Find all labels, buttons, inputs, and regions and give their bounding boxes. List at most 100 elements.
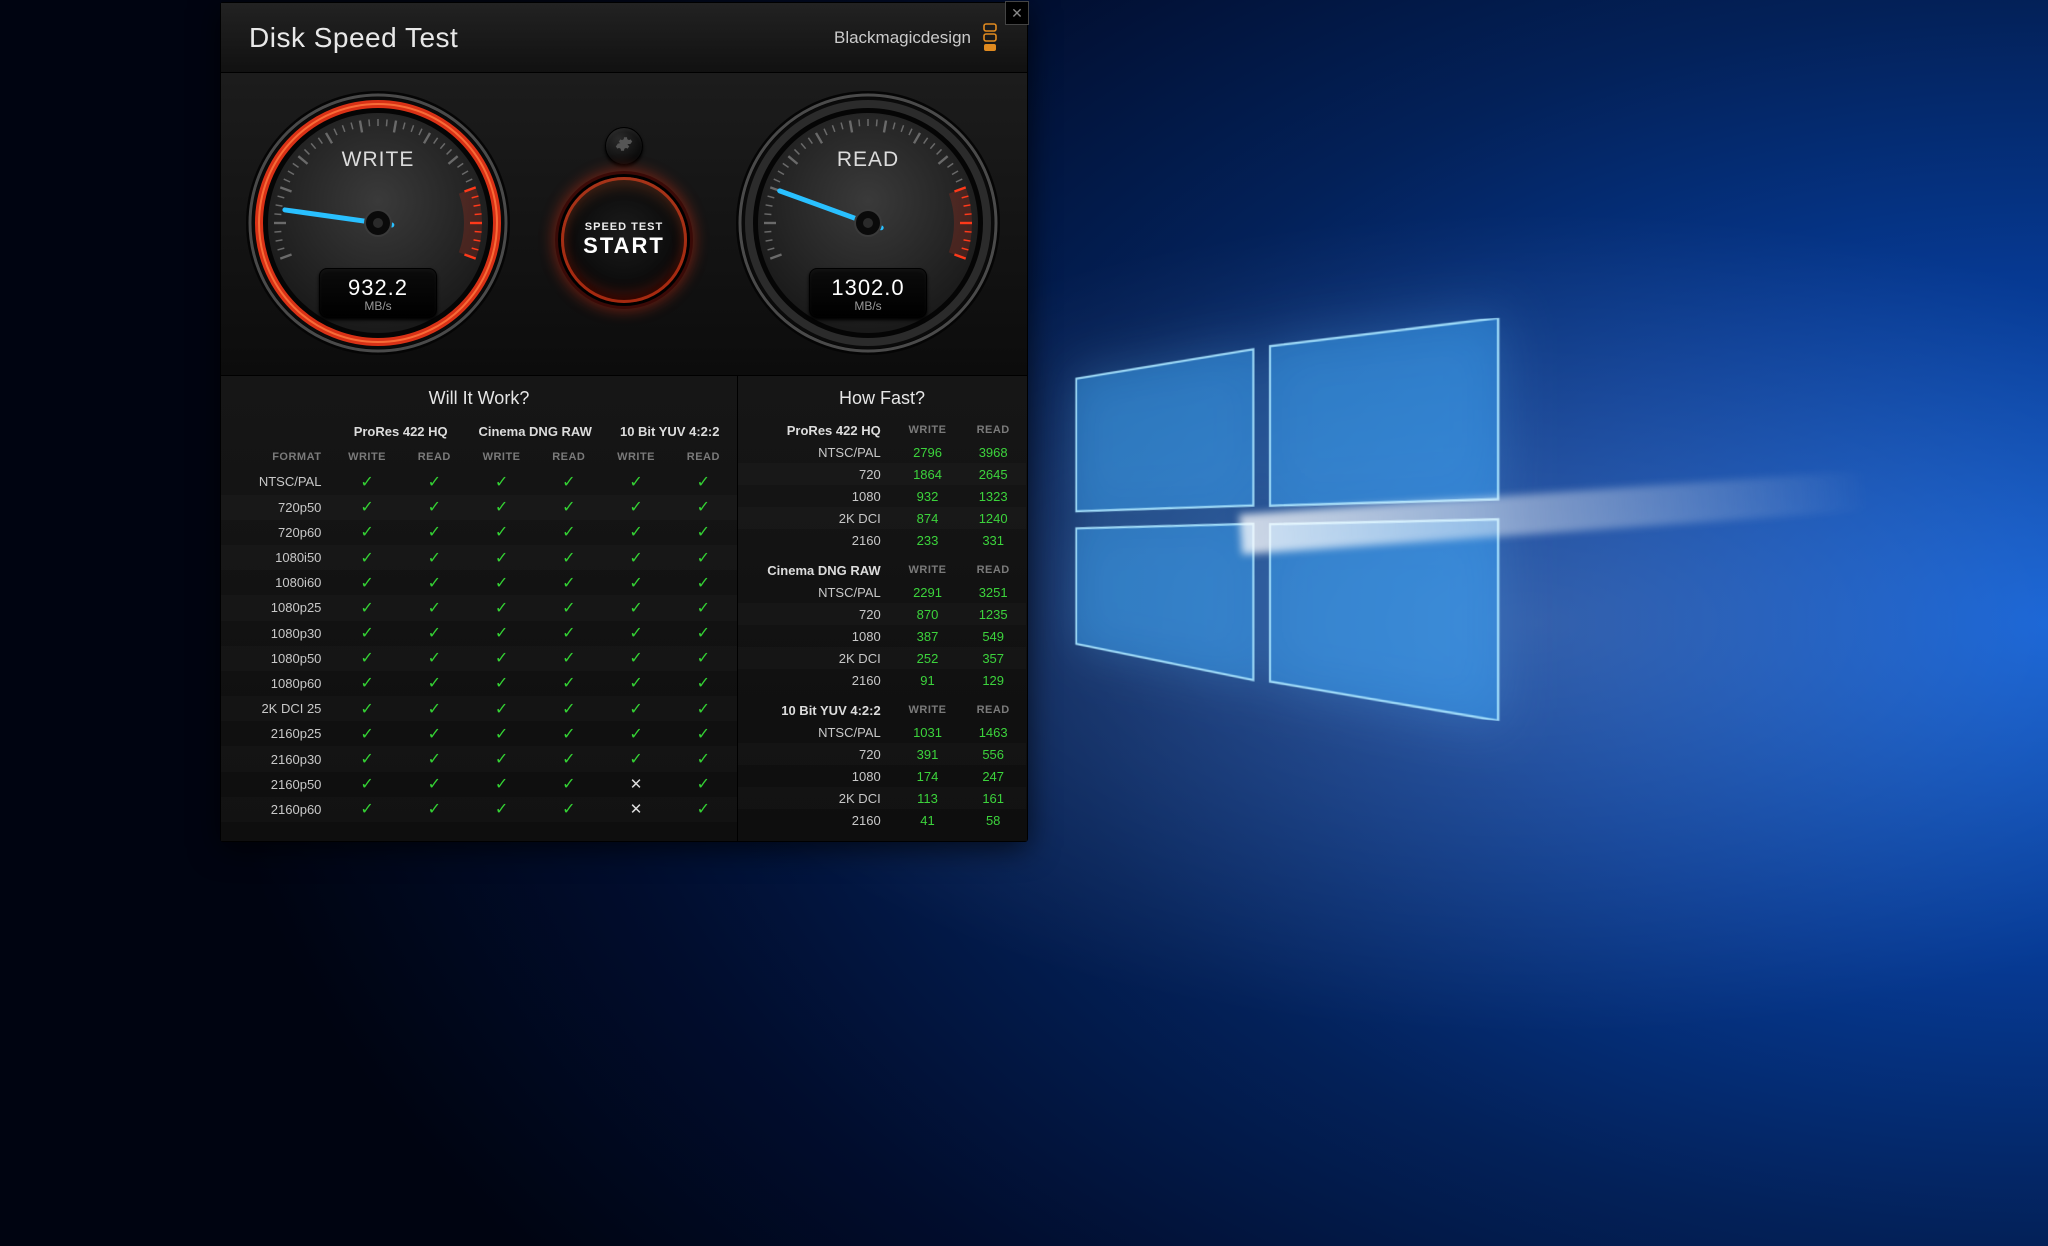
wiw-row: 720p60✓✓✓✓✓✓ bbox=[221, 520, 737, 545]
wiw-row: 1080p60✓✓✓✓✓✓ bbox=[221, 671, 737, 696]
check-icon: ✓ bbox=[670, 545, 737, 570]
how-fast-panel: How Fast? ProRes 422 HQWRITEREADNTSC/PAL… bbox=[738, 376, 1026, 841]
wiw-format-label: 720p50 bbox=[221, 495, 333, 520]
check-icon: ✓ bbox=[468, 772, 535, 797]
check-icon: ✓ bbox=[401, 721, 468, 746]
check-icon: ✓ bbox=[401, 797, 468, 822]
start-line1: SPEED TEST bbox=[585, 221, 663, 233]
check-icon: ✓ bbox=[468, 671, 535, 696]
hf-row: 1080387549 bbox=[738, 625, 1026, 647]
check-icon: ✓ bbox=[401, 646, 468, 671]
check-icon: ✓ bbox=[333, 721, 400, 746]
wiw-format-label: 2160p25 bbox=[221, 721, 333, 746]
check-icon: ✓ bbox=[468, 646, 535, 671]
write-unit: MB/s bbox=[320, 299, 436, 313]
start-button[interactable]: SPEED TEST START bbox=[561, 177, 687, 303]
how-fast-title: How Fast? bbox=[738, 388, 1026, 409]
wiw-row: 720p50✓✓✓✓✓✓ bbox=[221, 495, 737, 520]
check-icon: ✓ bbox=[401, 696, 468, 721]
check-icon: ✓ bbox=[602, 520, 669, 545]
hf-row: 21604158 bbox=[738, 809, 1026, 831]
check-icon: ✓ bbox=[535, 595, 602, 620]
check-icon: ✓ bbox=[333, 520, 400, 545]
check-icon: ✓ bbox=[602, 495, 669, 520]
hf-row: 2K DCI113161 bbox=[738, 787, 1026, 809]
wiw-row: 1080i50✓✓✓✓✓✓ bbox=[221, 545, 737, 570]
check-icon: ✓ bbox=[468, 570, 535, 595]
wiw-group-header: ProRes 422 HQ bbox=[333, 419, 468, 444]
check-icon: ✓ bbox=[401, 621, 468, 646]
wiw-format-label: 1080p60 bbox=[221, 671, 333, 696]
check-icon: ✓ bbox=[670, 646, 737, 671]
wiw-row: 2160p60✓✓✓✓✕✓ bbox=[221, 797, 737, 822]
check-icon: ✓ bbox=[401, 671, 468, 696]
gauge-panel: WRITE 932.2 MB/s SPEED TEST START READ 1… bbox=[221, 73, 1027, 376]
start-line2: START bbox=[583, 233, 665, 259]
check-icon: ✓ bbox=[670, 469, 737, 494]
check-icon: ✓ bbox=[670, 671, 737, 696]
check-icon: ✓ bbox=[602, 469, 669, 494]
hf-row: 72018642645 bbox=[738, 463, 1026, 485]
hf-row: 720391556 bbox=[738, 743, 1026, 765]
check-icon: ✓ bbox=[602, 721, 669, 746]
settings-button[interactable] bbox=[605, 127, 643, 165]
wiw-row: 1080p30✓✓✓✓✓✓ bbox=[221, 621, 737, 646]
will-it-work-title: Will It Work? bbox=[221, 388, 737, 409]
hf-row: 1080174247 bbox=[738, 765, 1026, 787]
check-icon: ✓ bbox=[535, 570, 602, 595]
check-icon: ✓ bbox=[670, 721, 737, 746]
check-icon: ✓ bbox=[333, 469, 400, 494]
check-icon: ✓ bbox=[535, 696, 602, 721]
check-icon: ✓ bbox=[535, 797, 602, 822]
read-unit: MB/s bbox=[810, 299, 926, 313]
wiw-format-label: 2160p30 bbox=[221, 746, 333, 771]
check-icon: ✓ bbox=[333, 746, 400, 771]
check-icon: ✓ bbox=[401, 545, 468, 570]
check-icon: ✓ bbox=[670, 797, 737, 822]
hf-row: 2K DCI8741240 bbox=[738, 507, 1026, 529]
hf-group-header: 10 Bit YUV 4:2:2WRITEREAD bbox=[738, 699, 1026, 721]
hf-group-header: ProRes 422 HQWRITEREAD bbox=[738, 419, 1026, 441]
check-icon: ✓ bbox=[602, 570, 669, 595]
write-value: 932.2 bbox=[320, 275, 436, 301]
check-icon: ✓ bbox=[401, 595, 468, 620]
hf-row: 2K DCI252357 bbox=[738, 647, 1026, 669]
cross-icon: ✕ bbox=[602, 772, 669, 797]
check-icon: ✓ bbox=[333, 646, 400, 671]
wiw-format-label: 1080i60 bbox=[221, 570, 333, 595]
check-icon: ✓ bbox=[468, 721, 535, 746]
disk-speed-test-window: ✕ Disk Speed Test Blackmagicdesign WRITE… bbox=[220, 2, 1028, 842]
wiw-row: 2160p25✓✓✓✓✓✓ bbox=[221, 721, 737, 746]
close-button[interactable]: ✕ bbox=[1005, 1, 1029, 25]
check-icon: ✓ bbox=[468, 469, 535, 494]
check-icon: ✓ bbox=[535, 545, 602, 570]
check-icon: ✓ bbox=[602, 545, 669, 570]
wiw-format-label: 2K DCI 25 bbox=[221, 696, 333, 721]
check-icon: ✓ bbox=[535, 469, 602, 494]
check-icon: ✓ bbox=[401, 746, 468, 771]
check-icon: ✓ bbox=[468, 746, 535, 771]
hf-row: NTSC/PAL10311463 bbox=[738, 721, 1026, 743]
check-icon: ✓ bbox=[535, 721, 602, 746]
check-icon: ✓ bbox=[670, 495, 737, 520]
check-icon: ✓ bbox=[602, 646, 669, 671]
check-icon: ✓ bbox=[468, 621, 535, 646]
check-icon: ✓ bbox=[468, 696, 535, 721]
hf-group-header: Cinema DNG RAWWRITEREAD bbox=[738, 559, 1026, 581]
check-icon: ✓ bbox=[468, 520, 535, 545]
check-icon: ✓ bbox=[401, 469, 468, 494]
check-icon: ✓ bbox=[670, 746, 737, 771]
wiw-row: 1080p25✓✓✓✓✓✓ bbox=[221, 595, 737, 620]
check-icon: ✓ bbox=[602, 621, 669, 646]
read-value: 1302.0 bbox=[810, 275, 926, 301]
wiw-group-header: Cinema DNG RAW bbox=[468, 419, 603, 444]
wiw-format-label: 2160p60 bbox=[221, 797, 333, 822]
check-icon: ✓ bbox=[401, 520, 468, 545]
wiw-row: NTSC/PAL✓✓✓✓✓✓ bbox=[221, 469, 737, 494]
how-fast-table: ProRes 422 HQWRITEREADNTSC/PAL2796396872… bbox=[738, 419, 1026, 831]
check-icon: ✓ bbox=[535, 520, 602, 545]
check-icon: ✓ bbox=[333, 797, 400, 822]
check-icon: ✓ bbox=[401, 772, 468, 797]
read-gauge: READ 1302.0 MB/s bbox=[733, 88, 1003, 358]
check-icon: ✓ bbox=[535, 646, 602, 671]
